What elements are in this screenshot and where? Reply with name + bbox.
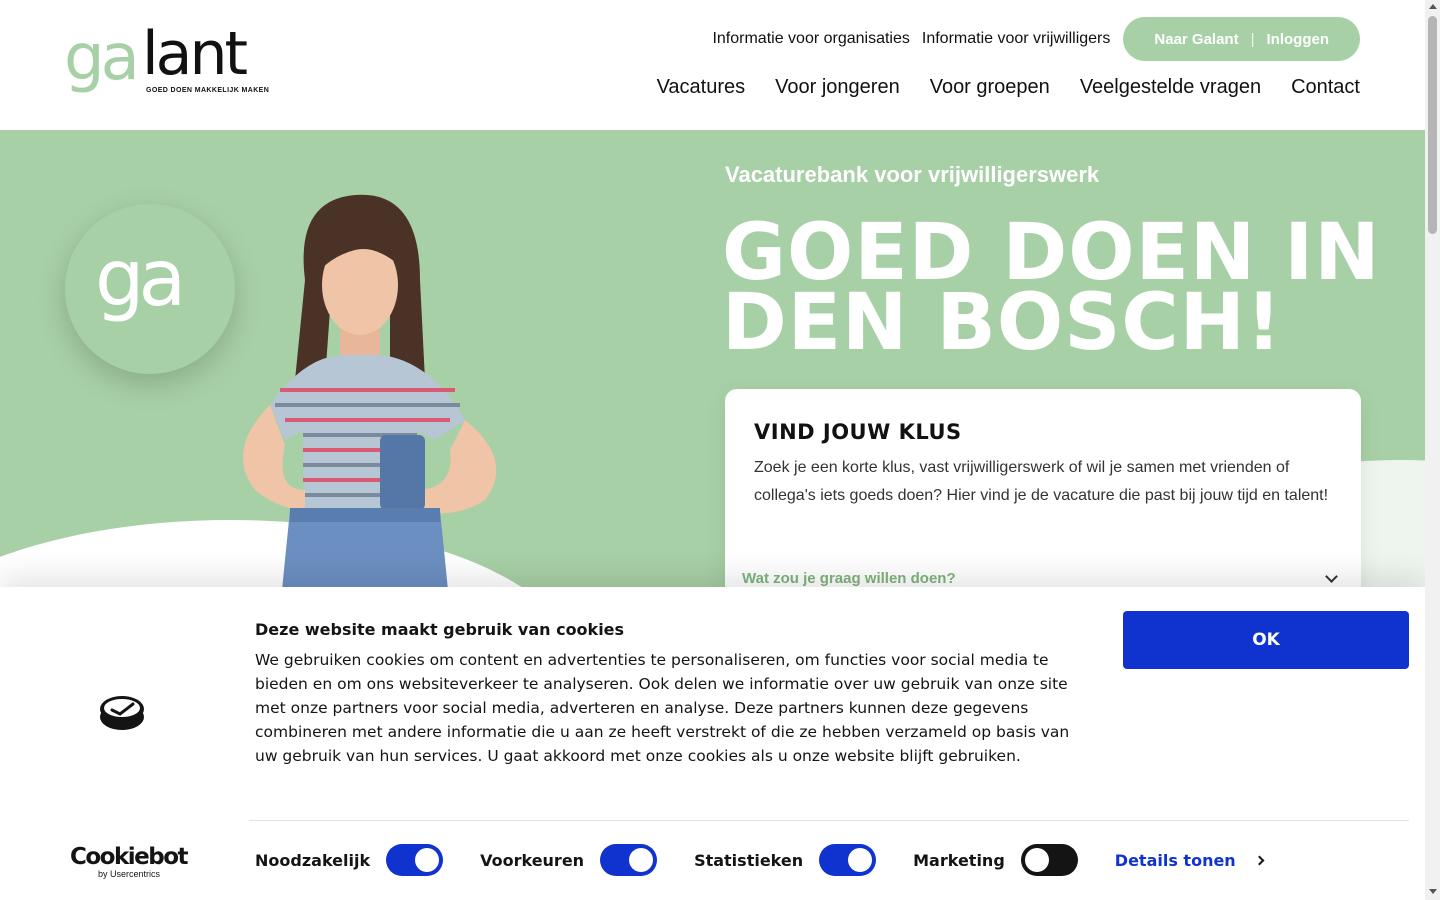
switch-marketing[interactable] bbox=[1020, 844, 1078, 876]
toggle-label-marketing: Marketing bbox=[913, 850, 1005, 870]
switch-knob bbox=[415, 848, 440, 872]
headline-line-2: DEN BOSCH! bbox=[722, 278, 1283, 368]
cookie-banner: Deze website maakt gebruik van cookies W… bbox=[0, 587, 1425, 900]
switch-noodzakelijk[interactable] bbox=[386, 844, 444, 876]
toggle-statistieken: Statistieken bbox=[694, 844, 877, 876]
logo-ga: ga bbox=[64, 21, 140, 95]
chevron-right-icon bbox=[1254, 855, 1265, 865]
details-label: Details tonen bbox=[1114, 850, 1236, 870]
cookie-title: Deze website maakt gebruik van cookies bbox=[255, 620, 625, 639]
search-card-text: Zoek je een korte klus, vast vrijwillige… bbox=[754, 459, 1329, 504]
toggle-voorkeuren: Voorkeuren bbox=[480, 844, 658, 876]
scroll-up-icon[interactable] bbox=[1429, 4, 1437, 9]
hero-headline: GOED DOEN IN DEN BOSCH! bbox=[722, 214, 1381, 362]
switch-voorkeuren[interactable] bbox=[600, 844, 658, 876]
nav-veelgestelde-vragen[interactable]: Veelgestelde vragen bbox=[1080, 76, 1261, 99]
switch-knob bbox=[848, 848, 873, 872]
switch-knob bbox=[1024, 848, 1049, 872]
switch-statistieken[interactable] bbox=[819, 844, 877, 876]
logo-lant: lant bbox=[142, 19, 248, 89]
nav-vacatures[interactable]: Vacatures bbox=[657, 76, 746, 99]
hero-section: ga Vacaturebank voor vrijwilligerswerk G… bbox=[0, 130, 1425, 600]
cookie-divider bbox=[249, 820, 1409, 821]
hero-subtitle: Vacaturebank voor vrijwilligerswerk bbox=[725, 162, 1100, 187]
cookiebot-icon bbox=[100, 696, 144, 730]
scroll-down-icon[interactable] bbox=[1429, 889, 1437, 894]
ga-badge-text: ga bbox=[95, 234, 186, 324]
activity-dropdown-placeholder: Wat zou je graag willen doen? bbox=[742, 570, 956, 587]
login-pill: Naar Galant | Inloggen bbox=[1123, 17, 1360, 61]
activity-dropdown[interactable]: Wat zou je graag willen doen? bbox=[742, 570, 1342, 587]
toggle-label-voorkeuren: Voorkeuren bbox=[480, 850, 585, 870]
toggle-noodzakelijk: Noodzakelijk bbox=[255, 844, 444, 876]
chevron-down-icon bbox=[1325, 570, 1338, 583]
toggle-label-statistieken: Statistieken bbox=[694, 850, 804, 870]
inloggen-link[interactable]: Inloggen bbox=[1267, 31, 1330, 48]
main-nav: Vacatures Voor jongeren Voor groepen Vee… bbox=[627, 76, 1360, 99]
pill-separator: | bbox=[1250, 30, 1255, 48]
switch-knob bbox=[629, 848, 654, 872]
cookie-ok-button[interactable]: OK bbox=[1123, 611, 1409, 669]
cookie-toggles: Noodzakelijk Voorkeuren Statistieken Mar… bbox=[255, 844, 1265, 876]
search-card-title: VIND JOUW KLUS bbox=[754, 420, 962, 444]
link-info-vrijwilligers[interactable]: Informatie voor vrijwilligers bbox=[922, 30, 1111, 48]
cookie-text: We gebruiken cookies om content en adver… bbox=[255, 651, 1070, 765]
cookiebot-logo[interactable]: Cookiebot by Usercentrics bbox=[70, 844, 189, 879]
cookiebot-name: Cookiebot bbox=[70, 844, 189, 870]
search-card: VIND JOUW KLUS Zoek je een korte klus, v… bbox=[725, 389, 1361, 600]
page-scrollbar[interactable] bbox=[1425, 0, 1440, 900]
details-tonen-link[interactable]: Details tonen bbox=[1114, 850, 1265, 870]
nav-voor-groepen[interactable]: Voor groepen bbox=[930, 76, 1050, 99]
link-info-organisaties[interactable]: Informatie voor organisaties bbox=[712, 30, 909, 48]
hero-person-image bbox=[243, 194, 497, 600]
galant-logo[interactable]: ga lant GOED DOEN MAKKELIJK MAKEN bbox=[64, 19, 274, 104]
toggle-label-noodzakelijk: Noodzakelijk bbox=[255, 850, 371, 870]
top-links: Informatie voor organisaties Informatie … bbox=[712, 17, 1360, 61]
naar-galant-link[interactable]: Naar Galant bbox=[1154, 31, 1238, 48]
logo-tagline: GOED DOEN MAKKELIJK MAKEN bbox=[146, 87, 270, 94]
site-header: ga lant GOED DOEN MAKKELIJK MAKEN Inform… bbox=[0, 0, 1425, 130]
cookiebot-by: by Usercentrics bbox=[98, 869, 161, 879]
nav-contact[interactable]: Contact bbox=[1291, 76, 1360, 99]
nav-voor-jongeren[interactable]: Voor jongeren bbox=[775, 76, 900, 99]
toggle-marketing: Marketing bbox=[913, 844, 1078, 876]
scrollbar-thumb[interactable] bbox=[1428, 16, 1437, 234]
